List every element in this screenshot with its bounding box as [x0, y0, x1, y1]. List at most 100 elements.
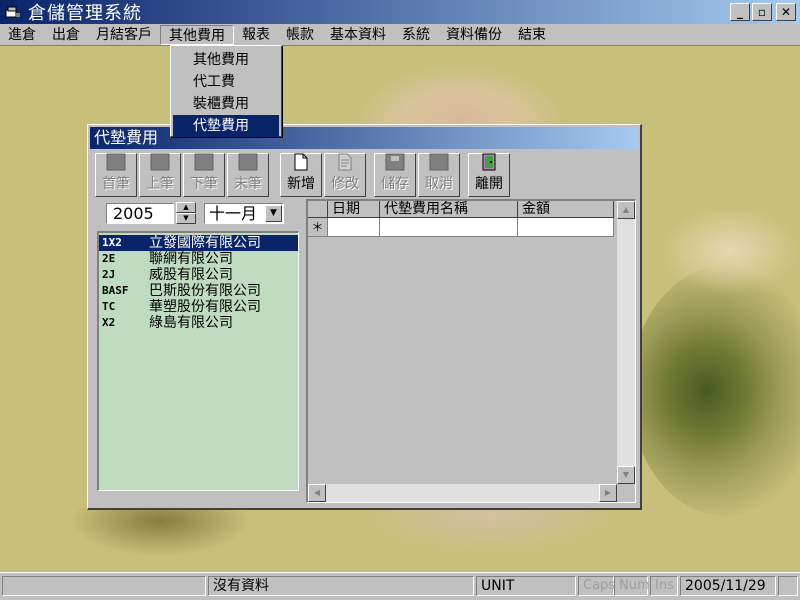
prev-record-button[interactable]: 上筆	[139, 153, 181, 197]
customer-code: 2E	[102, 252, 116, 265]
amount-cell[interactable]	[518, 218, 614, 237]
exit-button[interactable]: 離開	[468, 153, 510, 197]
list-item[interactable]: 2J 威股有限公司	[99, 267, 298, 283]
next-record-icon	[193, 153, 215, 171]
scroll-up-icon[interactable]: ▲	[617, 201, 635, 219]
next-record-button[interactable]: 下筆	[183, 153, 225, 197]
customer-name: 威股有限公司	[149, 267, 233, 283]
save-button[interactable]: 儲存	[374, 153, 416, 197]
status-ins: Ins	[650, 576, 678, 596]
customer-name: 綠島有限公司	[149, 315, 233, 331]
customer-name: 立發國際有限公司	[149, 235, 261, 251]
list-item[interactable]: BASF 巴斯股份有限公司	[99, 283, 298, 299]
status-date: 2005/11/29	[680, 576, 776, 596]
list-item[interactable]: 2E 聯網有限公司	[99, 251, 298, 267]
prev-record-icon	[149, 153, 171, 171]
save-label: 儲存	[381, 176, 409, 192]
column-header-amount[interactable]: 金額	[518, 201, 614, 218]
new-record-row[interactable]: ＊	[308, 218, 614, 237]
menu-system[interactable]: 系統	[394, 25, 438, 45]
add-button[interactable]: 新增	[280, 153, 322, 197]
edit-label: 修改	[331, 176, 359, 192]
next-record-label: 下筆	[190, 176, 218, 192]
restore-button[interactable]: ▫	[752, 3, 772, 21]
status-unit: UNIT	[476, 576, 576, 596]
year-spinner[interactable]: ▲ ▼	[176, 202, 198, 226]
menu-item-container-loading-fee[interactable]: 裝櫃費用	[171, 93, 281, 115]
menu-monthly-customers[interactable]: 月結客戶	[88, 25, 160, 45]
cancel-button[interactable]: 取消	[418, 153, 460, 197]
scroll-left-icon[interactable]: ◀	[308, 484, 326, 502]
column-header-date[interactable]: 日期	[328, 201, 380, 218]
list-item[interactable]: 1X2 立發國際有限公司	[99, 235, 298, 251]
column-header-expense-name[interactable]: 代墊費用名稱	[380, 201, 518, 218]
app-icon[interactable]	[4, 4, 22, 20]
app-title: 倉儲管理系統	[28, 3, 142, 24]
horizontal-scrollbar[interactable]: ◀ ▶	[308, 484, 617, 502]
menu-reports[interactable]: 報表	[234, 25, 278, 45]
menu-item-processing-fee[interactable]: 代工費	[171, 71, 281, 93]
status-panel-empty	[2, 576, 206, 596]
exit-door-icon	[478, 153, 500, 171]
menu-item-other-fees[interactable]: 其他費用	[171, 49, 281, 71]
customer-code: X2	[102, 316, 116, 329]
date-cell[interactable]	[328, 218, 380, 237]
menu-exit[interactable]: 結束	[510, 25, 554, 45]
scrollbar-corner	[617, 484, 635, 502]
new-row-marker: ＊	[308, 218, 328, 237]
year-field[interactable]: 2005	[106, 203, 174, 224]
grid-header: 日期 代墊費用名稱 金額	[308, 201, 614, 218]
app-title-bar[interactable]: 倉儲管理系統 _ ▫ ✕	[0, 0, 800, 24]
menu-backup[interactable]: 資料備份	[438, 25, 510, 45]
menu-item-advance-payment[interactable]: 代墊費用	[173, 115, 279, 137]
background-artwork	[660, 206, 800, 296]
customer-name: 巴斯股份有限公司	[149, 283, 261, 299]
first-record-button[interactable]: 首筆	[95, 153, 137, 197]
last-record-label: 末筆	[234, 176, 262, 192]
minimize-button[interactable]: _	[730, 3, 750, 21]
status-num: Num	[614, 576, 650, 596]
cancel-icon	[428, 153, 450, 171]
menu-stock-in[interactable]: 進倉	[0, 25, 44, 45]
vertical-scrollbar[interactable]: ▲ ▼	[617, 201, 635, 484]
save-icon	[384, 153, 406, 171]
status-caps: Caps	[578, 576, 615, 596]
last-record-button[interactable]: 末筆	[227, 153, 269, 197]
scroll-right-icon[interactable]: ▶	[599, 484, 617, 502]
first-record-label: 首筆	[102, 176, 130, 192]
close-button[interactable]: ✕	[776, 3, 796, 21]
spin-down-icon[interactable]: ▼	[176, 213, 196, 224]
customer-code: 1X2	[102, 236, 122, 249]
customer-code: 2J	[102, 268, 116, 281]
menu-other-fees[interactable]: 其他費用	[160, 24, 234, 45]
chevron-down-icon[interactable]: ▼	[265, 205, 282, 222]
expense-grid[interactable]: 日期 代墊費用名稱 金額 ＊ ▲ ▼ ◀ ▶	[306, 199, 636, 503]
status-grip	[778, 576, 798, 596]
menu-basic-data[interactable]: 基本資料	[322, 25, 394, 45]
month-value: 十一月	[209, 204, 258, 223]
customer-list[interactable]: 1X2 立發國際有限公司 2E 聯網有限公司 2J 威股有限公司 BASF 巴斯…	[97, 231, 299, 491]
scroll-down-icon[interactable]: ▼	[617, 466, 635, 484]
advance-payment-window: 代墊費用 首筆 上筆 下筆 末筆 新增 修改 儲存 取消 離開 2005 ▲ ▼	[87, 124, 642, 510]
status-message: 沒有資料	[208, 576, 474, 596]
menu-accounts[interactable]: 帳款	[278, 25, 322, 45]
row-selector-header	[308, 201, 328, 218]
menu-bar: 進倉 出倉 月結客戶 其他費用 報表 帳款 基本資料 系統 資料備份 結束	[0, 24, 800, 46]
menu-stock-out[interactable]: 出倉	[44, 25, 88, 45]
customer-code: BASF	[102, 284, 129, 297]
new-document-icon	[290, 153, 312, 171]
expense-name-cell[interactable]	[380, 218, 518, 237]
cancel-label: 取消	[425, 176, 453, 192]
add-label: 新增	[287, 176, 315, 192]
month-select[interactable]: 十一月 ▼	[204, 203, 284, 224]
spin-up-icon[interactable]: ▲	[176, 202, 196, 213]
customer-name: 聯網有限公司	[149, 251, 233, 267]
customer-name: 華塑股份有限公司	[149, 299, 261, 315]
edit-button[interactable]: 修改	[324, 153, 366, 197]
list-item[interactable]: X2 綠島有限公司	[99, 315, 298, 331]
last-record-icon	[237, 153, 259, 171]
first-record-icon	[105, 153, 127, 171]
list-item[interactable]: TC 華塑股份有限公司	[99, 299, 298, 315]
customer-code: TC	[102, 300, 116, 313]
background-artwork	[630, 266, 800, 516]
